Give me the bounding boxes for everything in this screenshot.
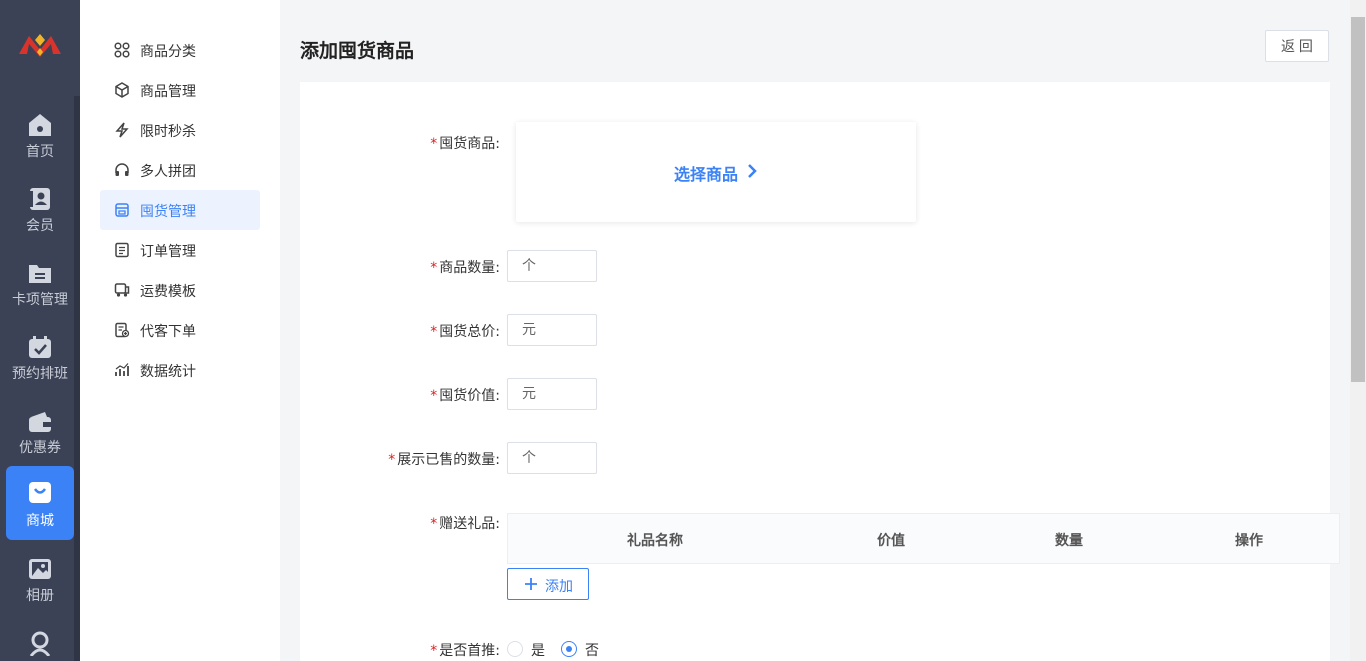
quantity-label: * 商品数量: (430, 260, 500, 276)
member-card-icon (30, 188, 50, 210)
rail-item-label: 优惠券 (19, 440, 61, 456)
submenu-item-proxy-order[interactable]: 代客下单 (100, 310, 260, 350)
submenu-item-flash-sale[interactable]: 限时秒杀 (100, 110, 260, 150)
gift-action-header: 操作 (1235, 533, 1263, 549)
sold-count-label: * 展示已售的数量: (388, 452, 500, 468)
bar-chart-icon (115, 363, 129, 376)
submenu-item-label: 订单管理 (140, 244, 196, 260)
store-icon (115, 203, 129, 217)
gift-label: * 赠送礼品: (430, 516, 500, 532)
gift-table: 礼品名称 价值 数量 操作 (507, 513, 1340, 564)
add-gift-label: 添加 (545, 578, 573, 594)
select-product-link[interactable]: 选择商品 (674, 161, 757, 185)
product-label: * 囤货商品: (430, 136, 500, 152)
main-nav-rail: 首页 会员 卡项管理 预约排班 优惠券 商城 相册 (0, 0, 80, 661)
headset-icon (115, 163, 129, 176)
submenu-item-stock-management[interactable]: 囤货管理 (100, 190, 260, 230)
required-mark: * (430, 260, 438, 276)
featured-no-radio[interactable] (561, 641, 577, 657)
rail-item-label: 首页 (26, 144, 54, 160)
folder-icon (29, 265, 51, 283)
submenu-item-label: 多人拼团 (140, 164, 196, 180)
featured-yes-label[interactable]: 是 (531, 640, 545, 660)
submenu-item-label: 囤货管理 (140, 204, 196, 220)
sold-count-input[interactable] (507, 442, 597, 474)
wallet-icon (29, 412, 51, 432)
order-list-icon (115, 242, 129, 258)
rail-item-label: 预约排班 (12, 366, 68, 382)
total-price-input[interactable] (507, 314, 597, 346)
plus-icon (525, 578, 537, 590)
submenu-item-products[interactable]: 商品管理 (100, 70, 260, 110)
rail-item-gallery[interactable]: 相册 (6, 546, 74, 618)
rail-item-mall[interactable]: 商城 (6, 466, 74, 540)
rail-item-label: 商城 (26, 513, 54, 529)
gift-name-header: 礼品名称 (627, 533, 683, 549)
required-mark: * (430, 136, 438, 152)
featured-yes-radio[interactable] (507, 641, 523, 657)
quantity-input[interactable] (507, 250, 597, 282)
value-label: * 囤货价值: (430, 388, 500, 404)
featured-label: * 是否首推: (430, 643, 500, 659)
submenu-item-label: 数据统计 (140, 364, 196, 380)
form-card: *囤货商品: 选择商品 *商品数量: *囤货总价: *囤货价值: *展示已售的数… (300, 82, 1340, 661)
page-title: 添加囤货商品 (300, 40, 415, 62)
add-gift-button[interactable]: 添加 (507, 568, 589, 600)
rail-item-member[interactable]: 会员 (6, 176, 74, 248)
required-mark: * (430, 643, 438, 659)
rail-item-label: 相册 (26, 588, 54, 604)
rail-item-label: 卡项管理 (12, 292, 68, 308)
truck-icon (114, 283, 130, 297)
main-content: 添加囤货商品 返 回 *囤货商品: 选择商品 *商品数量: *囤货总价: *囤货… (281, 0, 1350, 661)
brand-logo (19, 34, 61, 57)
submenu-item-orders[interactable]: 订单管理 (100, 230, 260, 270)
calendar-check-icon (29, 336, 51, 358)
submenu-item-group-buy[interactable]: 多人拼团 (100, 150, 260, 190)
submenu-item-label: 商品管理 (140, 84, 196, 100)
required-mark: * (430, 324, 438, 340)
home-icon (29, 114, 51, 136)
page-scrollbar[interactable] (1350, 0, 1366, 661)
featured-no-label[interactable]: 否 (585, 640, 599, 660)
submenu-item-label: 商品分类 (140, 44, 196, 60)
product-picker[interactable]: 选择商品 (516, 122, 916, 222)
submenu-item-shipping-template[interactable]: 运费模板 (100, 270, 260, 310)
gift-quantity-header: 数量 (1055, 533, 1083, 549)
gift-value-header: 价值 (877, 533, 905, 549)
rail-item-coupon[interactable]: 优惠券 (6, 398, 74, 470)
submenu-item-label: 运费模板 (140, 284, 196, 300)
required-mark: * (388, 452, 396, 468)
required-mark: * (430, 388, 438, 404)
rail-item-users[interactable] (6, 620, 74, 661)
rail-item-home[interactable]: 首页 (6, 102, 74, 174)
proxy-order-icon (115, 322, 130, 338)
lightning-icon (115, 122, 129, 138)
submenu-item-label: 代客下单 (140, 324, 196, 340)
required-mark: * (430, 516, 438, 532)
rail-item-label: 会员 (26, 218, 54, 234)
user-group-icon (29, 631, 51, 656)
submenu-item-statistics[interactable]: 数据统计 (100, 350, 260, 390)
submenu-item-label: 限时秒杀 (140, 124, 196, 140)
total-price-label: * 囤货总价: (430, 324, 500, 340)
shopping-bag-icon (29, 482, 51, 503)
rail-item-schedule[interactable]: 预约排班 (6, 324, 74, 396)
gallery-icon (29, 559, 51, 579)
submenu-item-category[interactable]: 商品分类 (100, 30, 260, 70)
box-icon (115, 82, 129, 98)
value-input[interactable] (507, 378, 597, 410)
back-button[interactable]: 返 回 (1265, 30, 1329, 62)
chevron-right-icon (748, 164, 757, 178)
scrollbar-thumb[interactable] (1351, 17, 1365, 382)
mall-submenu: 商品分类 商品管理 限时秒杀 多人拼团 囤货管理 订单管理 运费模板 代客下单 … (80, 0, 280, 661)
select-product-label: 选择商品 (674, 165, 739, 184)
rail-item-card-management[interactable]: 卡项管理 (6, 250, 74, 322)
grid-icon (114, 42, 130, 58)
